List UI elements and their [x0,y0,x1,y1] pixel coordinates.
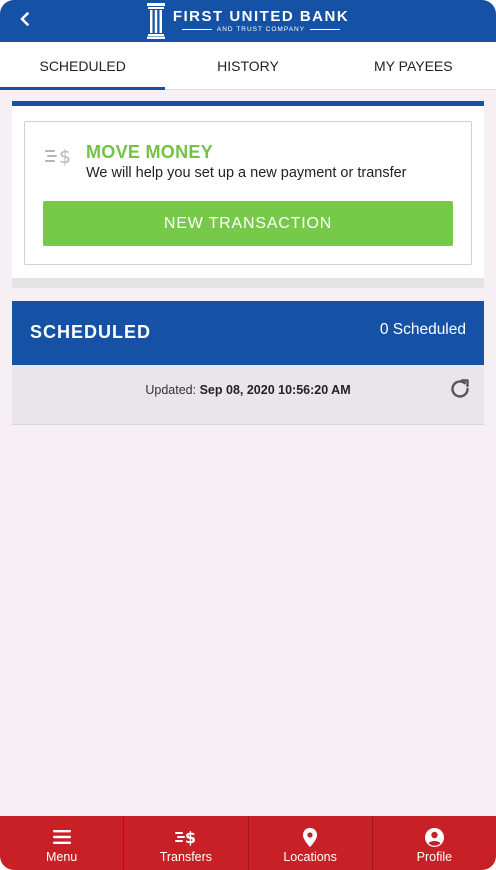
scheduled-count: 0 Scheduled [379,321,466,338]
scheduled-title: SCHEDULED [30,322,152,342]
nav-profile[interactable]: Profile [371,816,496,870]
bank-subtitle: AND TRUST COMPANY [216,25,306,33]
move-money-title: MOVE MONEY [86,142,214,162]
back-button[interactable] [12,6,38,32]
dollar-transfer-icon: $ [174,827,197,847]
divider [310,28,341,30]
divider [181,28,212,30]
bank-pillar-logo [146,3,165,39]
nav-profile-label: Profile [416,850,453,864]
tab-history[interactable]: HISTORY [165,42,330,89]
move-money-section: $ MOVE MONEY We will help you set up a n… [12,101,484,288]
move-money-description: We will help you set up a new payment or… [86,165,407,181]
map-pin-icon [299,827,321,847]
bank-wordmark: FIRST UNITED BANK AND TRUST COMPANY [172,7,350,34]
bottom-nav: Menu $ Transfers Locations Profile [0,816,496,870]
app-header: FIRST UNITED BANK AND TRUST COMPANY [0,0,496,42]
svg-text:$: $ [185,828,196,847]
refresh-button[interactable] [448,377,472,401]
refresh-icon [451,379,469,398]
bank-name: FIRST UNITED BANK [172,7,350,25]
bank-logo: FIRST UNITED BANK AND TRUST COMPANY [146,3,350,39]
user-circle-icon [423,827,445,847]
nav-locations-label: Locations [283,850,337,864]
app-screen: FIRST UNITED BANK AND TRUST COMPANY SCHE… [0,0,496,870]
nav-transfers[interactable]: $ Transfers [123,816,247,870]
move-money-card: $ MOVE MONEY We will help you set up a n… [24,121,472,265]
nav-menu-label: Menu [45,850,78,864]
new-transaction-button[interactable]: NEW TRANSACTION [43,201,453,246]
dollar-transfer-icon: $ [45,146,71,168]
tab-scheduled[interactable]: SCHEDULED [0,42,166,90]
nav-menu[interactable]: Menu [0,816,123,870]
updated-value: Sep 08, 2020 10:56:20 AM [199,383,351,397]
hamburger-menu-icon [51,827,73,847]
scheduled-header: SCHEDULED 0 Scheduled [12,301,484,365]
updated-status-bar: Updated: Sep 08, 2020 10:56:20 AM [12,365,484,425]
bank-subtitle-row: AND TRUST COMPANY [181,25,341,34]
chevron-left-icon [20,12,29,26]
svg-text:$: $ [59,146,71,168]
tab-bar: SCHEDULED HISTORY MY PAYEES [0,42,496,90]
tab-my-payees[interactable]: MY PAYEES [331,42,496,89]
nav-locations[interactable]: Locations [247,816,372,870]
updated-label: Updated: [145,383,197,397]
nav-transfers-label: Transfers [159,850,213,864]
updated-timestamp: Updated: Sep 08, 2020 10:56:20 AM [12,383,484,397]
